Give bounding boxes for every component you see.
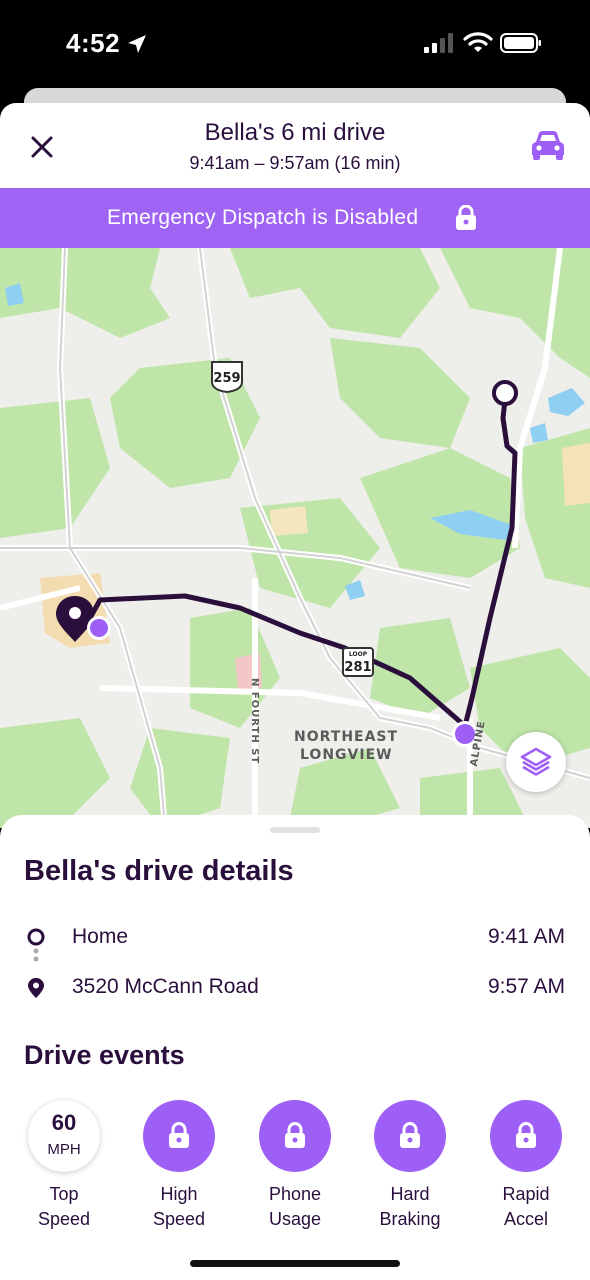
top-speed-unit: MPH bbox=[47, 1141, 81, 1158]
home-indicator[interactable] bbox=[190, 1260, 400, 1267]
lock-icon bbox=[285, 1122, 305, 1148]
map-layers-button[interactable] bbox=[506, 732, 566, 792]
loop-label: LOOP bbox=[349, 651, 368, 658]
event-label: High Speed bbox=[129, 1182, 229, 1232]
event-label-line2: Accel bbox=[503, 1209, 548, 1229]
end-time: 9:57 AM bbox=[487, 975, 565, 998]
event-label-line2: Braking bbox=[379, 1209, 441, 1229]
event-label: Top Speed bbox=[14, 1182, 114, 1232]
event-rapid-accel[interactable]: Rapid Accel bbox=[476, 1100, 576, 1232]
status-time: 4:52 bbox=[66, 28, 121, 58]
top-speed-value: 60 bbox=[51, 1110, 77, 1135]
neighborhood-line2: LONGVIEW bbox=[300, 747, 393, 763]
wifi-icon bbox=[463, 32, 493, 52]
lock-icon bbox=[169, 1122, 189, 1148]
layers-icon bbox=[520, 747, 552, 776]
event-label: Hard Braking bbox=[360, 1182, 460, 1232]
event-hard-braking[interactable]: Hard Braking bbox=[360, 1100, 460, 1232]
event-label-line1: Phone bbox=[268, 1184, 322, 1204]
drive-events-title: Drive events bbox=[24, 1040, 185, 1070]
drive-details-sheet: Bella's drive details Home 9:41 AM 3520 … bbox=[0, 815, 590, 1280]
lock-icon bbox=[456, 205, 476, 230]
street-label-n-fourth: N FOURTH ST bbox=[249, 678, 260, 765]
event-label-line2: Usage bbox=[268, 1209, 322, 1229]
status-bar: 4:52 bbox=[0, 0, 590, 90]
event-locked-badge bbox=[490, 1100, 562, 1172]
banner-text: Emergency Dispatch is Disabled bbox=[107, 206, 419, 229]
event-label-line1: Top bbox=[49, 1184, 79, 1204]
neighborhood-line1: NORTHEAST bbox=[294, 729, 399, 745]
event-label-line1: Hard bbox=[390, 1184, 430, 1204]
end-location-row: 3520 McCann Road 9:57 AM bbox=[0, 973, 590, 1003]
drive-title: Bella's 6 mi drive bbox=[204, 119, 386, 146]
event-locked-badge bbox=[143, 1100, 215, 1172]
details-title: Bella's drive details bbox=[24, 855, 294, 887]
event-label: Rapid Accel bbox=[476, 1182, 576, 1232]
car-icon[interactable] bbox=[530, 128, 566, 162]
emergency-dispatch-banner: Emergency Dispatch is Disabled bbox=[0, 188, 590, 248]
route-map[interactable]: 259 LOOP 281 NORTHEAST LONGVIEW N FOURTH… bbox=[0, 248, 590, 828]
neighborhood-label: NORTHEAST LONGVIEW bbox=[294, 728, 398, 764]
lock-icon bbox=[400, 1122, 420, 1148]
start-time: 9:41 AM bbox=[487, 925, 565, 948]
location-arrow-icon bbox=[128, 35, 146, 53]
event-label-line2: Speed bbox=[152, 1209, 206, 1229]
loop-281-label: 281 bbox=[344, 660, 371, 675]
top-speed-badge: 60 MPH bbox=[28, 1100, 100, 1172]
event-phone-usage[interactable]: Phone Usage bbox=[245, 1100, 345, 1232]
event-label-line1: High bbox=[160, 1184, 198, 1204]
route-dots bbox=[33, 948, 39, 962]
origin-circle-icon bbox=[27, 928, 45, 946]
sheet-grabber[interactable] bbox=[270, 827, 320, 833]
battery-icon bbox=[500, 33, 541, 53]
end-location-name: 3520 McCann Road bbox=[72, 975, 259, 998]
event-locked-badge bbox=[374, 1100, 446, 1172]
cellular-signal-icon bbox=[424, 33, 453, 53]
us-259-label: 259 bbox=[213, 371, 240, 386]
event-high-speed[interactable]: High Speed bbox=[129, 1100, 229, 1232]
drive-time-range: 9:41am – 9:57am (16 min) bbox=[189, 153, 401, 173]
drive-header: Bella's 6 mi drive 9:41am – 9:57am (16 m… bbox=[0, 103, 590, 189]
event-label-line2: Speed bbox=[37, 1209, 91, 1229]
event-label-line1: Rapid bbox=[502, 1184, 550, 1204]
event-locked-badge bbox=[259, 1100, 331, 1172]
lock-icon bbox=[516, 1122, 536, 1148]
location-pin-icon bbox=[28, 978, 44, 998]
start-location-row: Home 9:41 AM bbox=[0, 923, 590, 953]
event-label: Phone Usage bbox=[245, 1182, 345, 1232]
event-top-speed[interactable]: 60 MPH Top Speed bbox=[14, 1100, 114, 1232]
start-location-name: Home bbox=[72, 925, 129, 948]
